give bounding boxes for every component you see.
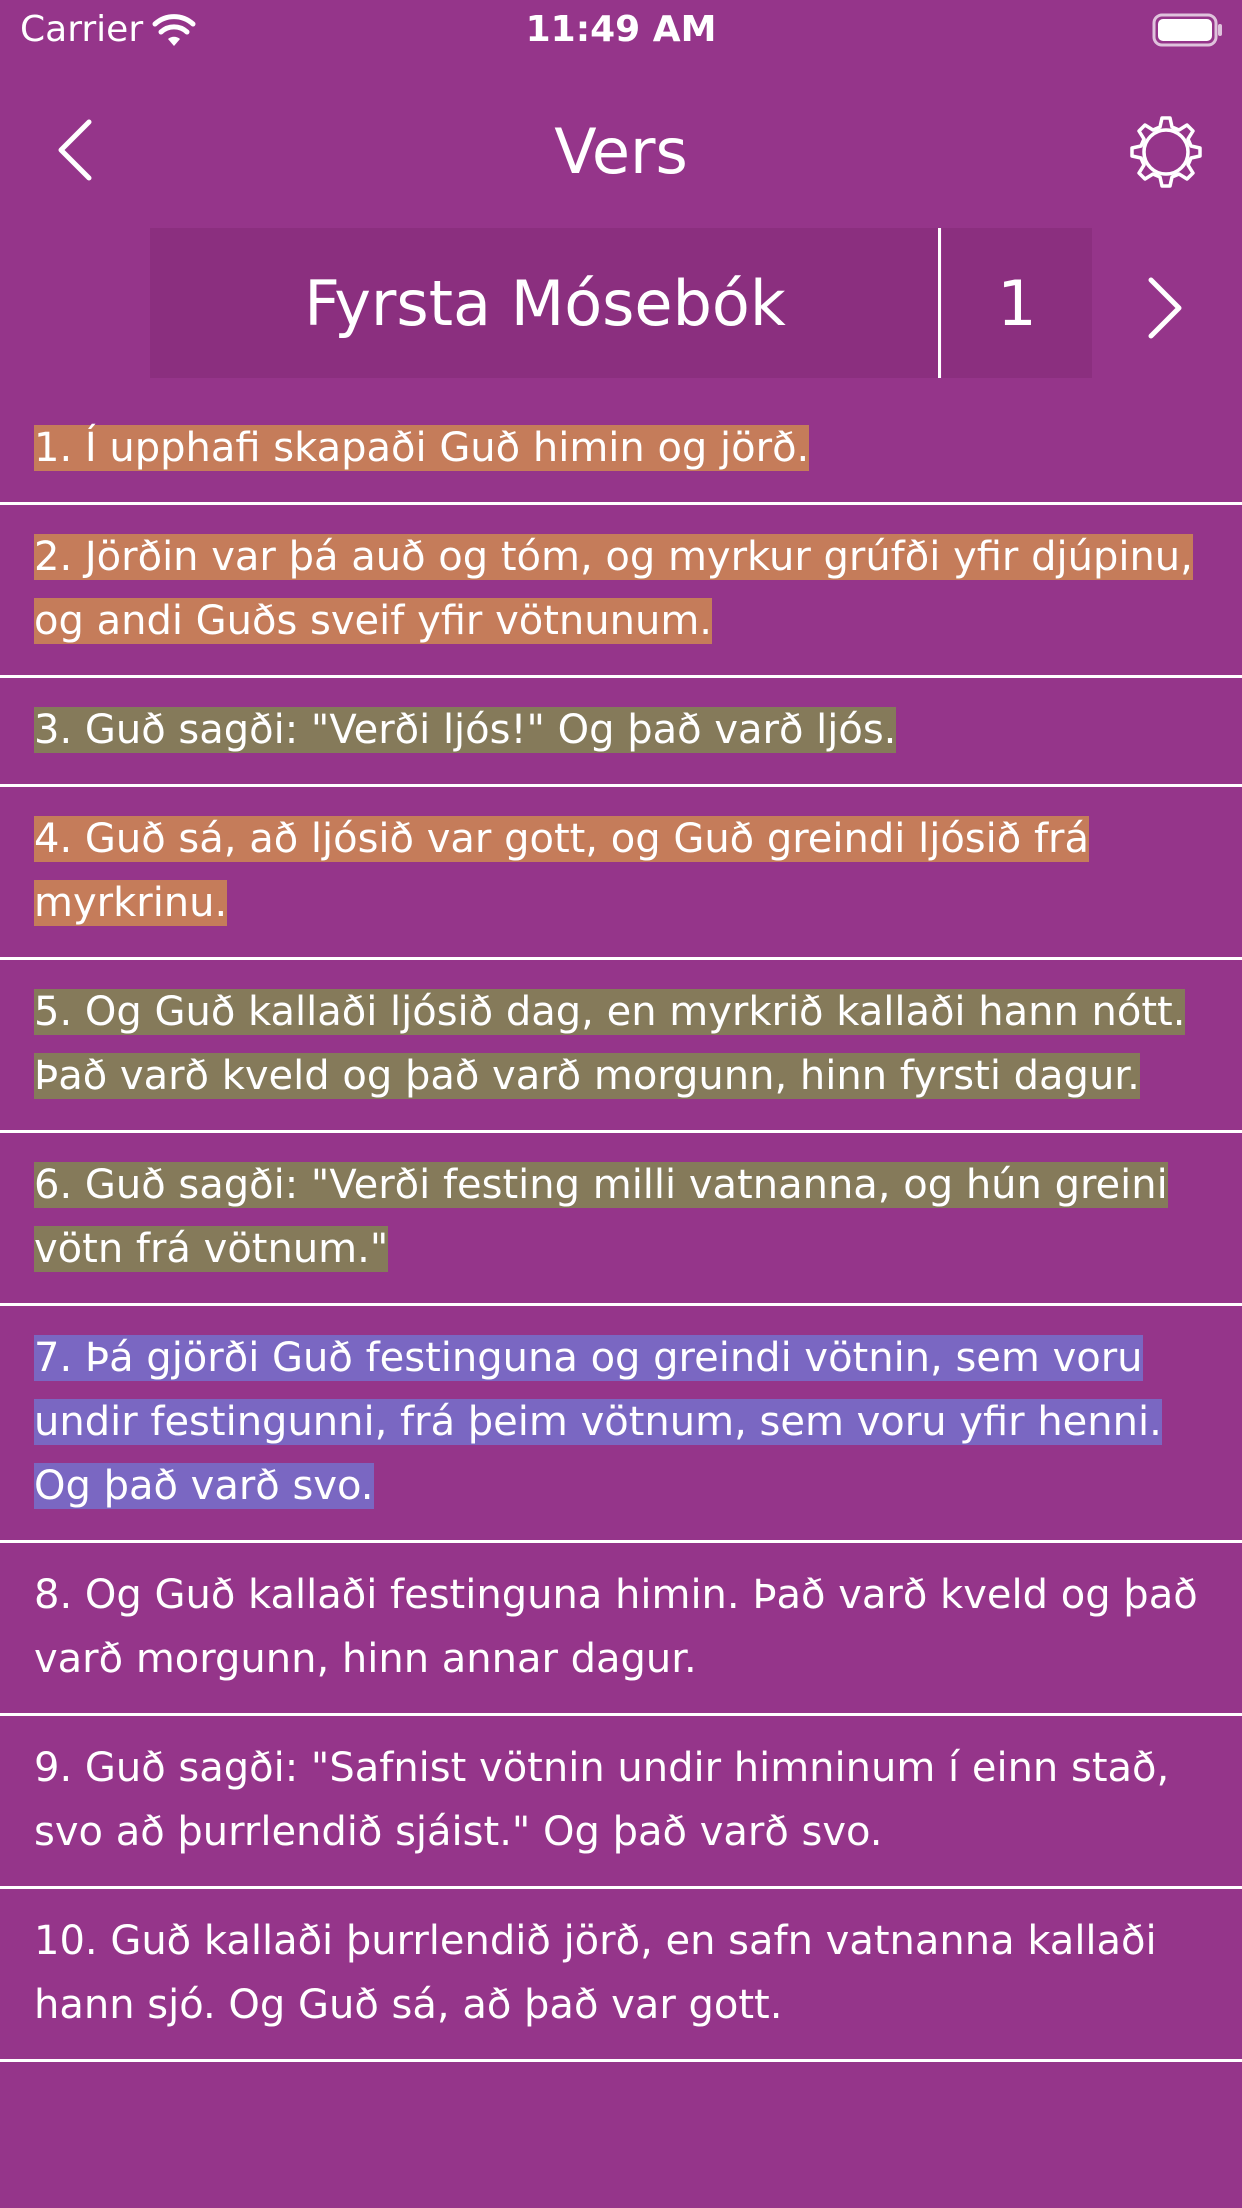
verse-list[interactable]: 1. Í upphafi skapaði Guð himin og jörð. … (0, 396, 1242, 2208)
status-bar: Carrier 11:49 AM (0, 0, 1242, 60)
verse-row[interactable]: 10. Guð kallaði þurrlendið jörð, en safn… (0, 1889, 1242, 2062)
verse-text: 1. Í upphafi skapaði Guð himin og jörð. (34, 425, 810, 471)
verse-row[interactable]: 3. Guð sagði: "Verði ljós!" Og það varð … (0, 678, 1242, 787)
screen: Carrier 11:49 AM Vers Fyrsta Mósebók 1 1… (0, 0, 1242, 2208)
settings-button[interactable] (1126, 112, 1206, 192)
chapter-number: 1 (997, 266, 1037, 340)
status-time: 11:49 AM (525, 9, 717, 50)
verse-row[interactable]: 9. Guð sagði: "Safnist vötnin undir himn… (0, 1716, 1242, 1889)
verse-row[interactable]: 5. Og Guð kallaði ljósið dag, en myrkrið… (0, 960, 1242, 1133)
book-chapter-selector: Fyrsta Mósebók 1 (150, 228, 1092, 378)
next-chapter-button[interactable] (1130, 268, 1200, 348)
battery-icon (1152, 13, 1222, 47)
page-title: Vers (554, 115, 688, 188)
verse-text: 8. Og Guð kallaði festinguna himin. Það … (34, 1572, 1198, 1682)
verse-text: 9. Guð sagði: "Safnist vötnin undir himn… (34, 1745, 1170, 1855)
verse-text: 3. Guð sagði: "Verði ljós!" Og það varð … (34, 707, 897, 753)
verse-row[interactable]: 7. Þá gjörði Guð festinguna og greindi v… (0, 1306, 1242, 1543)
book-selector[interactable]: Fyrsta Mósebók (150, 228, 940, 378)
verse-row[interactable]: 1. Í upphafi skapaði Guð himin og jörð. (0, 396, 1242, 505)
verse-row[interactable]: 4. Guð sá, að ljósið var gott, og Guð gr… (0, 787, 1242, 960)
chapter-selector[interactable]: 1 (942, 228, 1092, 378)
verse-row[interactable]: 2. Jörðin var þá auð og tóm, og myrkur g… (0, 505, 1242, 678)
verse-text: 2. Jörðin var þá auð og tóm, og myrkur g… (34, 534, 1193, 644)
verse-row[interactable]: 8. Og Guð kallaði festinguna himin. Það … (0, 1543, 1242, 1716)
verse-text: 5. Og Guð kallaði ljósið dag, en myrkrið… (34, 989, 1186, 1099)
verse-text: 4. Guð sá, að ljósið var gott, og Guð gr… (34, 816, 1089, 926)
verse-text: 10. Guð kallaði þurrlendið jörð, en safn… (34, 1918, 1157, 2028)
verse-text: 6. Guð sagði: "Verði festing milli vatna… (34, 1162, 1168, 1272)
book-name: Fyrsta Mósebók (304, 266, 786, 340)
gear-icon (1130, 116, 1202, 188)
chevron-right-icon (1148, 277, 1182, 339)
verse-row[interactable]: 6. Guð sagði: "Verði festing milli vatna… (0, 1133, 1242, 1306)
selector-divider (938, 228, 941, 378)
navigation-bar: Vers (0, 80, 1242, 220)
verse-text: 7. Þá gjörði Guð festinguna og greindi v… (34, 1335, 1162, 1509)
